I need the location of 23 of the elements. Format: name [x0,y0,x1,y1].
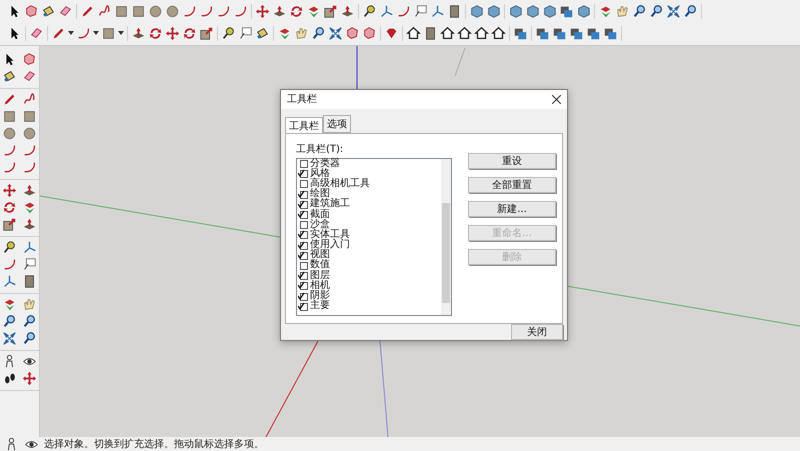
list-item[interactable]: 分类器 [310,158,340,169]
list-item[interactable]: 截面 [310,210,330,220]
list-item[interactable]: 实体工具 [310,230,350,240]
dialog-tab[interactable]: 工具栏 [285,116,323,134]
list-item[interactable]: 数值 [310,260,330,270]
list-item[interactable]: 图层 [310,270,330,281]
list-item[interactable]: 风格 [310,168,330,179]
list-item[interactable]: 视图 [310,250,330,260]
status-text: 选择对象。切换到扩充选择。拖动鼠标选择多项。 [44,438,264,451]
list-item[interactable]: 高级相机工具 [310,178,370,189]
dialog-title: 工具栏 [287,92,317,106]
list-item[interactable]: 建筑施工 [310,199,350,210]
toolbar-list[interactable]: 分类器 风格 高级相机工具 绘图 建筑施工 截面 沙盒 实体工具 使用入门 视图 数值 图层 相机 阴影 主要 [296,158,452,316]
list-label: 工具栏(T): [296,142,344,156]
list-item[interactable]: 阴影 [310,291,330,302]
dialog-button[interactable]: 新建... [468,200,556,217]
dialog-button[interactable]: 全部重置 [468,176,556,193]
list-item[interactable]: 相机 [310,280,330,291]
dialog-tab[interactable]: 选项 [323,114,351,133]
list-item[interactable]: 主要 [310,301,330,312]
close-button[interactable]: 关闭 [511,324,563,340]
list-item[interactable]: 沙盒 [310,220,330,230]
dialog-button[interactable]: 重设 [468,152,556,169]
